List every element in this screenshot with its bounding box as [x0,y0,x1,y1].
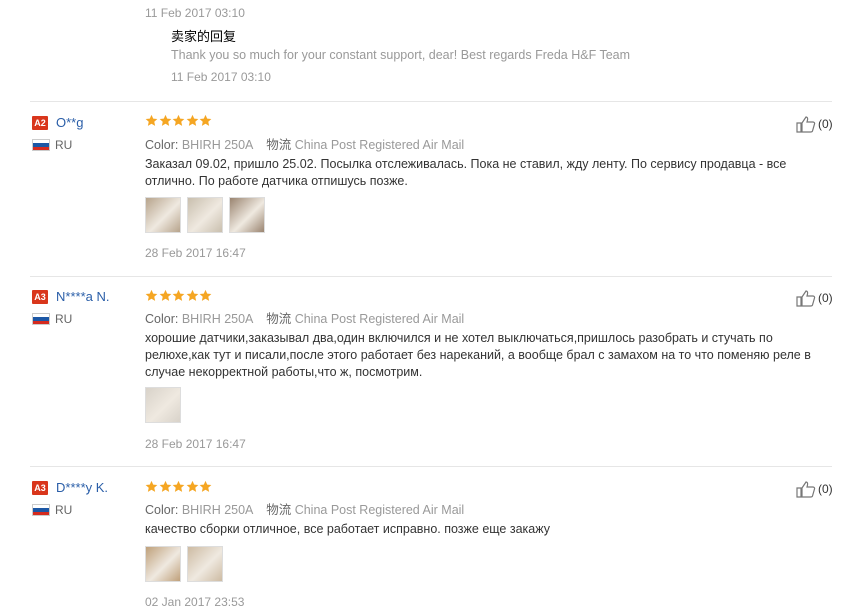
buyer-name[interactable]: O**g [56,115,83,130]
star-rating [145,289,213,303]
buyer-level-badge: A3 [32,481,48,495]
color-label: Color: [145,312,179,326]
star-icon [145,480,158,493]
review-photo[interactable] [187,197,223,233]
color-value: BHIRH 250A [181,312,253,326]
star-icon [145,114,158,127]
review-text: Заказал 09.02, пришло 25.02. Посылка отс… [145,157,787,188]
star-icon [199,114,212,127]
previous-feedback-tail: 11 Feb 2017 03:10 卖家的回复 Thank you so muc… [0,0,868,101]
photo-thumbnail [230,198,264,232]
star-icon [186,114,199,127]
star-icon [159,114,172,127]
review-photo[interactable] [145,197,181,233]
buyer-level-badge: A2 [32,116,48,130]
buyer-country: RU [55,503,73,517]
star-icon [186,289,199,302]
shipping-label: 物流 [266,137,292,152]
star-icon [172,480,185,493]
russia-flag-icon [32,504,50,516]
review-photo[interactable] [145,546,181,582]
color-value: BHIRH 250A [181,138,253,152]
review-photo[interactable] [145,387,181,423]
useful-button[interactable]: (0) [796,289,833,307]
useful-button[interactable]: (0) [796,480,833,498]
seller-reply-title: 卖家的回复 [171,30,237,45]
seller-reply-time: 11 Feb 2017 03:10 [171,70,271,84]
buyer-level-badge: A3 [32,290,48,304]
shipping-value: China Post Registered Air Mail [294,503,465,517]
photo-thumbnail [188,198,222,232]
russia-flag-icon [32,139,50,151]
star-icon [159,289,172,302]
buyer-country: RU [55,312,73,326]
star-icon [199,289,212,302]
useful-count: (0) [818,117,833,131]
review-time: 28 Feb 2017 16:47 [145,246,246,260]
star-icon [159,480,172,493]
shipping-value: China Post Registered Air Mail [294,312,465,326]
star-rating [145,480,213,494]
color-label: Color: [145,503,179,517]
useful-button[interactable]: (0) [796,115,833,133]
seller-reply-text: Thank you so much for your constant supp… [171,48,631,62]
review-text: качество сборки отличное, все работает и… [145,522,550,536]
color-label: Color: [145,138,179,152]
star-icon [186,480,199,493]
shipping-value: China Post Registered Air Mail [294,138,465,152]
review-photo[interactable] [229,197,265,233]
photo-thumbnail [146,198,180,232]
review-photo[interactable] [187,546,223,582]
star-icon [172,289,185,302]
shipping-label: 物流 [266,502,292,517]
thumbs-up-icon [796,115,818,133]
review-item: A2 O**g RU Color: BHIRH 250A 物流 China Po… [0,101,868,276]
review-time: 28 Feb 2017 16:47 [145,437,246,451]
buyer-name[interactable]: D****y K. [56,480,108,495]
star-icon [199,480,212,493]
review-time: 02 Jan 2017 23:53 [145,595,245,609]
shipping-label: 物流 [266,311,292,326]
photo-thumbnail [188,547,222,581]
photo-thumbnail [146,388,180,422]
product-attributes: Color: BHIRH 250A 物流 China Post Register… [145,499,464,518]
review-item: A3 D****y K. RU Color: BHIRH 250A 物流 Chi… [0,467,868,614]
photo-thumbnail [146,547,180,581]
product-attributes: Color: BHIRH 250A 物流 China Post Register… [145,134,464,153]
review-item: A3 N****a N. RU Color: BHIRH 250A 物流 Chi… [0,277,868,465]
useful-count: (0) [818,291,833,305]
star-rating [145,114,213,128]
thumbs-up-icon [796,289,818,307]
feedback-time: 11 Feb 2017 03:10 [145,6,245,20]
buyer-name[interactable]: N****a N. [56,289,109,304]
star-icon [172,114,185,127]
useful-count: (0) [818,482,833,496]
product-attributes: Color: BHIRH 250A 物流 China Post Register… [145,308,464,327]
thumbs-up-icon [796,480,818,498]
star-icon [145,289,158,302]
buyer-country: RU [55,138,73,152]
russia-flag-icon [32,313,50,325]
review-text: хорошие датчики,заказывал два,один включ… [145,331,811,379]
color-value: BHIRH 250A [181,503,253,517]
